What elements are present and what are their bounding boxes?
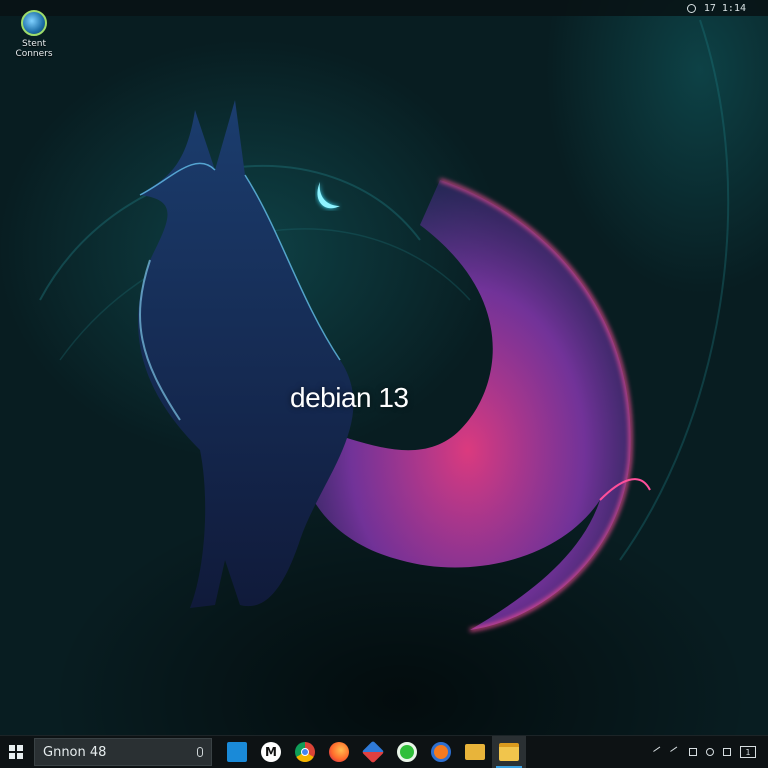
tools-icon bbox=[361, 740, 385, 764]
taskbar-app-folder[interactable] bbox=[458, 736, 492, 768]
taskbar-app-files-active[interactable] bbox=[492, 736, 526, 768]
taskbar-app-orange[interactable] bbox=[424, 736, 458, 768]
taskbar-app-mail[interactable] bbox=[220, 736, 254, 768]
arrow-up-icon[interactable] bbox=[653, 746, 665, 758]
m-icon: M bbox=[261, 742, 281, 762]
taskbar: Gnnon 48 M 1 bbox=[0, 735, 768, 768]
start-button[interactable] bbox=[0, 736, 32, 768]
system-tray: 1 bbox=[653, 746, 768, 758]
taskbar-apps: M bbox=[220, 736, 526, 768]
taskbar-app-green[interactable] bbox=[390, 736, 424, 768]
search-box[interactable]: Gnnon 48 bbox=[34, 738, 212, 766]
windows-icon bbox=[9, 745, 23, 759]
taskbar-app-firefox[interactable] bbox=[322, 736, 356, 768]
pen-icon[interactable] bbox=[670, 746, 682, 758]
monitor-icon[interactable] bbox=[689, 748, 697, 756]
folder-icon bbox=[465, 744, 485, 760]
microphone-icon[interactable] bbox=[197, 747, 203, 757]
battery-icon[interactable] bbox=[723, 748, 731, 756]
taskbar-app-m[interactable]: M bbox=[254, 736, 288, 768]
speaker-icon[interactable] bbox=[706, 748, 714, 756]
taskbar-app-tools[interactable] bbox=[356, 736, 390, 768]
top-bar: 17 1:14 bbox=[0, 0, 768, 16]
top-tray: 17 1:14 bbox=[686, 1, 746, 15]
orange-circle-icon bbox=[431, 742, 451, 762]
app-shortcut-icon bbox=[21, 10, 47, 36]
desktop-icon-label-line1: Stent bbox=[21, 39, 46, 49]
wallpaper-title: debian 13 bbox=[290, 382, 409, 413]
network-icon[interactable] bbox=[686, 3, 696, 13]
desktop-icon-label: Stent Conners bbox=[6, 39, 62, 59]
notification-icon[interactable]: 1 bbox=[740, 746, 756, 758]
folder-icon bbox=[499, 743, 519, 761]
top-clock[interactable]: 17 1:14 bbox=[704, 3, 746, 14]
chrome-icon bbox=[295, 742, 315, 762]
taskbar-app-chrome[interactable] bbox=[288, 736, 322, 768]
desktop-icon[interactable]: Stent Conners bbox=[6, 10, 62, 59]
firefox-icon bbox=[329, 742, 349, 762]
search-input[interactable]: Gnnon 48 bbox=[43, 745, 197, 760]
green-circle-icon bbox=[397, 742, 417, 762]
desktop-icon-label-line2: Conners bbox=[15, 49, 53, 59]
mail-icon bbox=[227, 742, 247, 762]
